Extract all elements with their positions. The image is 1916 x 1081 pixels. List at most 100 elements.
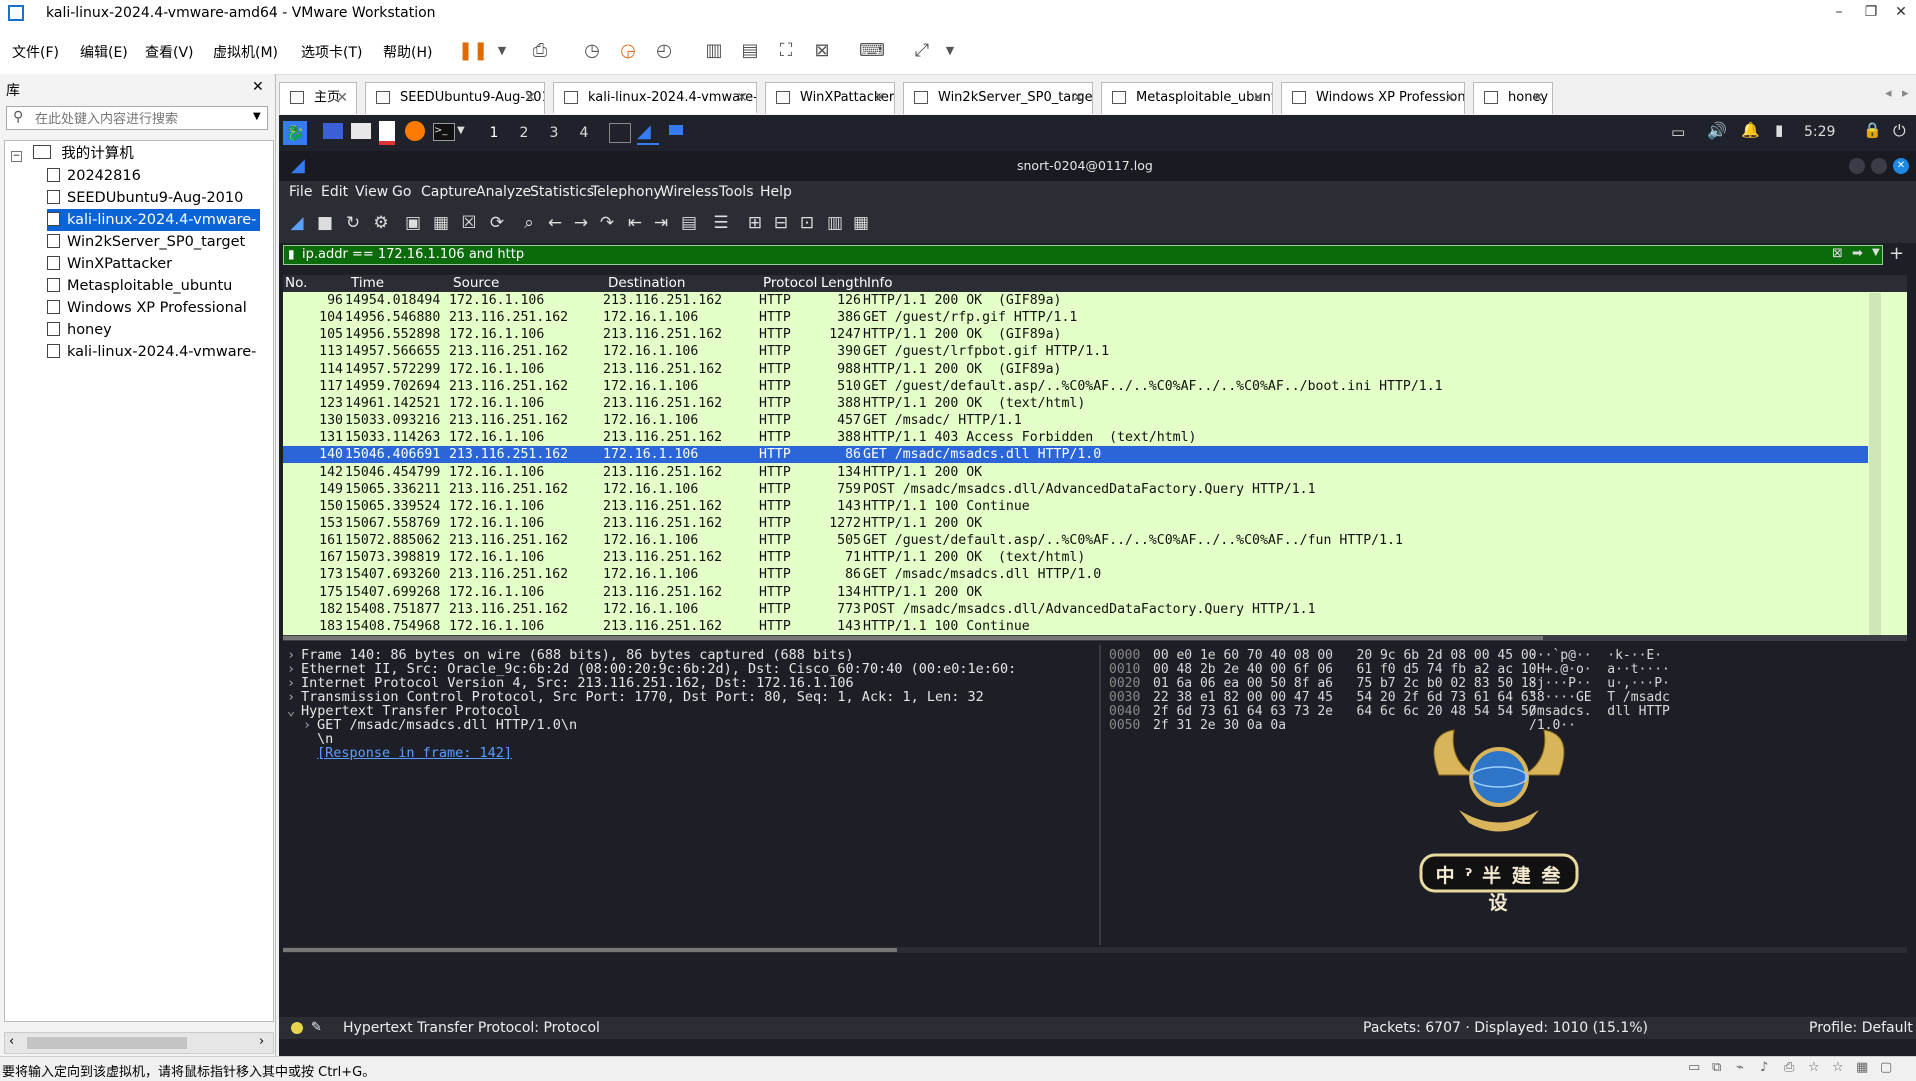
expanded-arrow-icon[interactable]: ⌄ xyxy=(287,703,301,720)
tab-close-icon[interactable]: ✕ xyxy=(874,83,886,113)
resize-columns-icon[interactable]: ▥ xyxy=(823,211,847,235)
workspace-1[interactable]: 1 xyxy=(479,115,509,153)
filter-history-icon[interactable]: ▼ xyxy=(1872,247,1880,258)
clock[interactable]: 5:29 xyxy=(1804,124,1835,140)
status-profile[interactable]: Profile: Default xyxy=(1809,1020,1913,1036)
library-vm-item[interactable]: kali-linux-2024.4-vmware- xyxy=(47,209,261,231)
packet-row[interactable]: 113 14957.566655 213.116.251.162 172.16.1.1… xyxy=(283,343,1868,360)
packet-row[interactable]: 104 14956.546880 213.116.251.162 172.16.1.1… xyxy=(283,309,1868,326)
show-desktop-icon[interactable] xyxy=(323,123,343,139)
terminal-icon[interactable]: >_ xyxy=(433,123,455,141)
ws-menu-item[interactable]: Go xyxy=(392,184,411,200)
response-frame-link[interactable]: [Response in frame: 142] xyxy=(317,745,512,761)
ws-menu-item[interactable]: Tools xyxy=(719,184,754,200)
menu-file[interactable]: 文件(F) xyxy=(12,42,59,62)
col-no[interactable]: No. xyxy=(285,275,307,291)
go-to-packet-icon[interactable]: ↷ xyxy=(595,211,619,235)
ws-menu-item[interactable]: Analyze xyxy=(476,184,531,200)
close-button[interactable]: ✕ xyxy=(1886,4,1916,24)
vm-tab[interactable]: honey ✕ xyxy=(1473,82,1553,114)
packet-row[interactable]: 123 14961.142521 172.16.1.106 213.116.251.1… xyxy=(283,395,1868,412)
apply-filter-icon[interactable]: ➡ xyxy=(1852,246,1863,261)
vm-tab[interactable]: WinXPattacker ✕ xyxy=(765,82,895,114)
network-icon[interactable]: ⧉ xyxy=(1712,1060,1721,1075)
detail-tree-item[interactable]: [Response in frame: 142] xyxy=(303,745,512,762)
volume-icon[interactable]: 🔊 xyxy=(1707,121,1727,140)
stop-capture-icon[interactable]: ■ xyxy=(313,211,337,235)
expand-all-icon[interactable]: ▦ xyxy=(849,211,873,235)
menu-view[interactable]: 查看(V) xyxy=(145,42,194,62)
scroll-left-icon[interactable]: ‹ xyxy=(9,1034,14,1049)
packet-row[interactable]: 149 15065.336211 213.116.251.162 172.16.1.1… xyxy=(283,481,1868,498)
tree-root-my-computer[interactable]: − 我的计算机 xyxy=(11,143,134,165)
packet-row[interactable]: 105 14956.552898 172.16.1.106 213.116.251.1… xyxy=(283,326,1868,343)
bookmark-icon[interactable]: ▮ xyxy=(288,247,295,261)
col-info[interactable]: Info xyxy=(867,275,893,291)
col-destination[interactable]: Destination xyxy=(608,275,685,291)
tab-close-icon[interactable]: ✕ xyxy=(736,83,748,112)
printer-icon[interactable]: ⎙ xyxy=(1784,1060,1794,1075)
clear-filter-icon[interactable]: ⊠ xyxy=(1832,246,1843,261)
capture-options-icon[interactable]: ⚙ xyxy=(369,211,393,235)
ws-minimize-button[interactable] xyxy=(1849,158,1865,174)
display-settings-icon[interactable]: ▦ xyxy=(1856,1060,1868,1075)
packet-row[interactable]: 161 15072.885062 213.116.251.162 172.16.1.1… xyxy=(283,532,1868,549)
library-vm-item[interactable]: kali-linux-2024.4-vmware- xyxy=(47,341,256,363)
library-vm-item[interactable]: WinXPattacker xyxy=(47,253,172,275)
scroll-right-icon[interactable]: › xyxy=(259,1034,264,1049)
packet-row[interactable]: 96 14954.018494 172.16.1.106 213.116.251.16… xyxy=(283,292,1868,309)
scroll-thumb[interactable] xyxy=(27,1037,187,1049)
zoom-in-icon[interactable]: ⊞ xyxy=(743,211,767,235)
ws-menu-item[interactable]: Statistics xyxy=(530,184,594,200)
revert-snapshot-icon[interactable]: ◶ xyxy=(614,38,642,64)
vm-tab[interactable]: Windows XP Professional ✕ xyxy=(1281,82,1465,114)
tab-close-icon[interactable]: ✕ xyxy=(524,83,536,113)
tab-close-icon[interactable]: ✕ xyxy=(1444,83,1456,113)
library-view-icon[interactable]: ▥ xyxy=(700,38,728,64)
firefox-icon[interactable] xyxy=(405,121,425,141)
display-filter-bar[interactable]: ▮ ip.addr == 172.16.1.106 and http ⊠ ➡ ▼ xyxy=(283,245,1883,265)
messages-icon[interactable]: ▢ xyxy=(1880,1060,1892,1075)
start-capture-icon[interactable]: ◢ xyxy=(285,211,309,235)
lock-icon[interactable]: 🔒 xyxy=(1863,121,1882,139)
chevron-down-icon[interactable]: ▼ xyxy=(253,111,261,122)
ws-close-button[interactable]: ✕ xyxy=(1893,158,1909,174)
task-app-icon[interactable] xyxy=(669,125,683,135)
find-packet-icon[interactable]: ⌕ xyxy=(517,211,541,235)
packet-list[interactable]: 96 14954.018494 172.16.1.106 213.116.251.16… xyxy=(283,275,1907,635)
details-hscrollbar[interactable] xyxy=(283,947,1907,953)
zoom-out-icon[interactable]: ⊟ xyxy=(769,211,793,235)
vm-tab[interactable]: Win2kServer_SP0_target ✕ xyxy=(903,82,1093,114)
tab-close-icon[interactable]: ✕ xyxy=(336,83,348,113)
unity-icon[interactable]: ⊠ xyxy=(808,38,836,64)
ws-menu-item[interactable]: Edit xyxy=(321,184,348,200)
library-vm-item[interactable]: Metasploitable_ubuntu xyxy=(47,275,232,297)
terminal-dropdown-icon[interactable]: ▼ xyxy=(457,125,465,136)
snapshot-icon[interactable]: ◷ xyxy=(578,38,606,64)
col-source[interactable]: Source xyxy=(453,275,499,291)
colorize-icon[interactable]: ☰ xyxy=(709,211,733,235)
packet-row[interactable]: 140 15046.406691 213.116.251.162 172.16.1.1… xyxy=(283,446,1868,464)
first-packet-icon[interactable]: ⇤ xyxy=(623,211,647,235)
file-manager-icon[interactable] xyxy=(351,123,371,139)
scroll-thumb[interactable] xyxy=(283,948,897,952)
reload-file-icon[interactable]: ⟳ xyxy=(485,211,509,235)
packet-row[interactable]: 117 14959.702694 213.116.251.162 172.16.1.1… xyxy=(283,378,1868,395)
vm-tab[interactable]: Metasploitable_ubuntu ✕ xyxy=(1101,82,1273,114)
chevron-down-icon[interactable]: ▼ xyxy=(488,38,516,64)
ws-menu-item[interactable]: File xyxy=(289,184,312,200)
packet-row[interactable]: 131 15033.114263 172.16.1.106 213.116.251.1… xyxy=(283,429,1868,446)
notification-bell-icon[interactable]: 🔔 xyxy=(1741,121,1760,139)
send-keys-icon[interactable]: ⎙ xyxy=(526,38,554,64)
menu-edit[interactable]: 编辑(E) xyxy=(80,42,128,62)
tab-home[interactable]: 主页 ✕ xyxy=(279,82,357,114)
sound-icon[interactable]: ♪ xyxy=(1760,1060,1768,1075)
fullscreen-icon[interactable]: ⛶ xyxy=(772,38,800,64)
ws-menu-item[interactable]: Telephony xyxy=(591,184,662,200)
ws-menu-item[interactable]: View xyxy=(355,184,388,200)
text-editor-icon[interactable] xyxy=(379,121,395,145)
thumbnail-bar-icon[interactable]: ▤ xyxy=(736,38,764,64)
packet-list-hscrollbar[interactable] xyxy=(283,635,1907,641)
menu-help[interactable]: 帮助(H) xyxy=(383,42,432,62)
expert-info-icon[interactable] xyxy=(291,1022,303,1034)
